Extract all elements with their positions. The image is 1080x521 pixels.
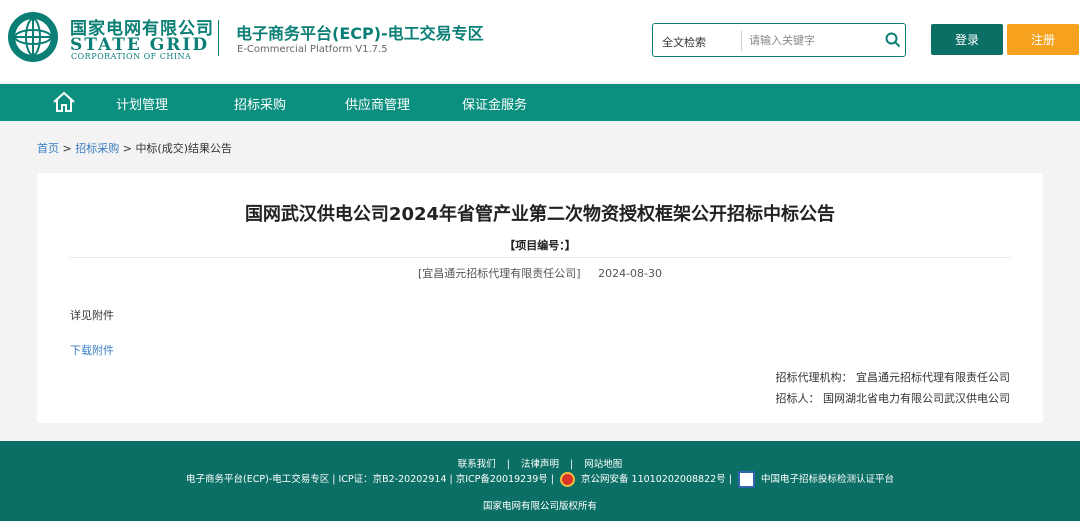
search-scope-selector[interactable]: 全文检索 [662, 34, 706, 50]
footer-icp-info: 电子商务平台(ECP)-电工交易专区 | ICP证：京B2-20202914 |… [186, 474, 554, 485]
download-attachment-link[interactable]: 下载附件 [70, 342, 114, 358]
breadcrumb: 首页 > 招标采购 > 中标(成交)结果公告 [37, 140, 232, 156]
project-number: 【项目编号：】 [504, 239, 576, 252]
footer-link-separator: | [570, 459, 574, 470]
breadcrumb-separator: > [62, 142, 72, 155]
footer-police-record[interactable]: 京公网安备 11010202008822号 | [581, 474, 732, 485]
notice-body: 详见附件 [70, 309, 114, 322]
breadcrumb-tender-procurement[interactable]: 招标采购 [75, 142, 119, 155]
main-nav: 计划管理 招标采购 供应商管理 保证金服务 [0, 84, 1080, 121]
login-button[interactable]: 登录 [931, 24, 1003, 55]
card-divider [69, 257, 1011, 258]
tender-agency-value: 宜昌通元招标代理有限责任公司 [856, 371, 1010, 384]
platform-title: 电子商务平台(ECP)-电工交易专区 [236, 24, 484, 43]
tender-agency: 招标代理机构： 宜昌通元招标代理有限责任公司 [776, 369, 1011, 385]
tenderer-value: 国网湖北省电力有限公司武汉供电公司 [823, 392, 1010, 405]
tenderer: 招标人： 国网湖北省电力有限公司武汉供电公司 [776, 390, 1011, 406]
nav-item-tender-procurement[interactable]: 招标采购 [234, 94, 286, 113]
platform-version: E-Commercial Platform V1.7.5 [237, 44, 388, 55]
footer-link-sitemap[interactable]: 网站地图 [584, 459, 622, 470]
breadcrumb-separator: > [122, 142, 132, 155]
home-icon[interactable] [52, 91, 76, 113]
logo-divider [218, 20, 219, 56]
footer-registration: 电子商务平台(ECP)-电工交易专区 | ICP证：京B2-20202914 |… [0, 471, 1080, 488]
notice-title: 国网武汉供电公司2024年省管产业第二次物资授权框架公开招标中标公告 [244, 204, 836, 225]
notice-source: [宜昌通元招标代理有限责任公司] [417, 267, 581, 280]
tender-agency-label: 招标代理机构： [775, 371, 853, 384]
search-separator [741, 31, 742, 51]
breadcrumb-current: 中标(成交)结果公告 [135, 142, 233, 155]
footer-links: 联系我们 | 法律声明 | 网站地图 [0, 456, 1080, 470]
notice-meta: [宜昌通元招标代理有限责任公司] 2024-08-30 [37, 265, 1043, 281]
police-badge-icon [560, 472, 575, 487]
tenderer-label: 招标人： [775, 392, 820, 405]
footer-cert-platform[interactable]: 中国电子招标投标检测认证平台 [761, 474, 894, 485]
footer-link-legal[interactable]: 法律声明 [521, 459, 559, 470]
search-input[interactable] [749, 29, 877, 51]
site-header: 国家电网有限公司 STATE GRID CORPORATION OF CHINA… [0, 0, 1080, 82]
certification-icon [737, 471, 755, 488]
footer-link-separator: | [506, 459, 510, 470]
footer-copyright: 国家电网有限公司版权所有 [482, 501, 597, 512]
nav-item-plan-management[interactable]: 计划管理 [116, 94, 168, 113]
footer-link-contact[interactable]: 联系我们 [458, 459, 496, 470]
search-box: 全文检索 [652, 23, 906, 57]
state-grid-globe-icon[interactable] [6, 10, 60, 64]
notice-card: 国网武汉供电公司2024年省管产业第二次物资授权框架公开招标中标公告 【项目编号… [37, 173, 1043, 423]
breadcrumb-home[interactable]: 首页 [37, 142, 59, 155]
notice-date: 2024-08-30 [598, 267, 663, 280]
register-button[interactable]: 注册 [1007, 24, 1079, 55]
logo-english-subtitle: CORPORATION OF CHINA [71, 52, 192, 61]
nav-item-deposit-service[interactable]: 保证金服务 [462, 94, 527, 113]
search-icon[interactable] [885, 32, 901, 48]
site-footer: 联系我们 | 法律声明 | 网站地图 电子商务平台(ECP)-电工交易专区 | … [0, 441, 1080, 521]
nav-item-supplier-management[interactable]: 供应商管理 [345, 94, 410, 113]
